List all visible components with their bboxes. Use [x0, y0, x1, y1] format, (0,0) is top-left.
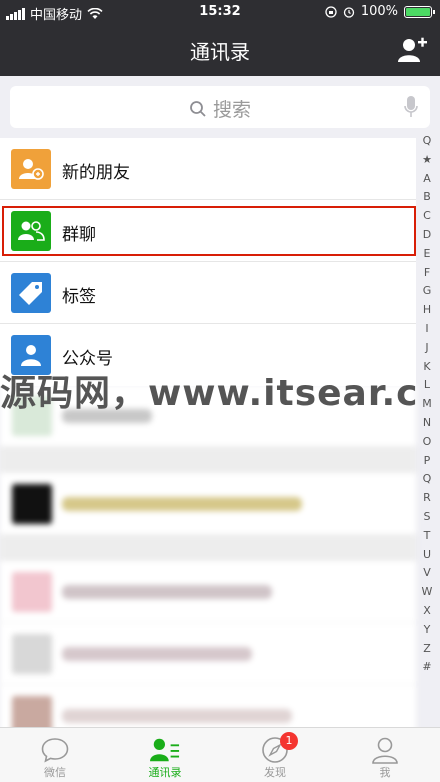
- index-letter[interactable]: L: [424, 376, 430, 395]
- index-letter[interactable]: H: [423, 301, 431, 320]
- index-letter[interactable]: M: [422, 395, 432, 414]
- blurred-contact-list: [0, 385, 416, 747]
- index-letter[interactable]: K: [423, 358, 430, 377]
- index-letter[interactable]: #: [422, 658, 431, 677]
- contacts-icon: [150, 738, 180, 762]
- add-friend-icon[interactable]: [398, 37, 428, 63]
- index-letter[interactable]: E: [424, 245, 431, 264]
- group-chat-label: 群聊: [62, 225, 96, 245]
- index-letter[interactable]: P: [424, 452, 431, 471]
- search-placeholder: 搜索: [212, 99, 251, 121]
- person-icon: [372, 737, 398, 764]
- index-letter[interactable]: R: [423, 489, 431, 508]
- watermark-text: 源码网，www.itsear.c: [0, 373, 419, 414]
- tags-item[interactable]: 标签: [0, 262, 416, 324]
- tab-contacts[interactable]: 通讯录: [110, 728, 220, 782]
- group-chat-item[interactable]: 群聊: [0, 200, 416, 262]
- index-letter[interactable]: B: [423, 188, 431, 207]
- index-letter[interactable]: D: [423, 226, 431, 245]
- search-bar: 搜索: [0, 76, 440, 138]
- index-letter[interactable]: C: [423, 207, 431, 226]
- group-chat-icon: [11, 211, 51, 251]
- index-letter[interactable]: Q: [423, 132, 432, 151]
- tab-contacts-label: 通讯录: [148, 766, 182, 779]
- index-letter[interactable]: Q: [423, 470, 432, 489]
- index-letter[interactable]: S: [424, 508, 431, 527]
- tab-chats[interactable]: 微信: [0, 728, 110, 782]
- tab-me-label: 我: [379, 766, 391, 779]
- mic-icon[interactable]: [404, 96, 418, 118]
- tag-icon: [11, 273, 51, 313]
- index-letter[interactable]: J: [425, 339, 428, 358]
- index-letter[interactable]: Z: [423, 640, 431, 659]
- index-letter[interactable]: F: [424, 264, 430, 283]
- search-icon: [190, 100, 206, 117]
- notification-badge: 1: [280, 732, 298, 750]
- new-friends-label: 新的朋友: [62, 163, 130, 183]
- tags-label: 标签: [62, 287, 96, 307]
- tab-me[interactable]: 我: [330, 728, 440, 782]
- status-bar: 中国移动 15:32 100%: [0, 0, 440, 24]
- nav-bar: 通讯录: [0, 24, 440, 76]
- tab-discover[interactable]: 发现 1: [220, 728, 330, 782]
- index-letter[interactable]: V: [423, 564, 431, 583]
- battery-percent: 100%: [360, 4, 398, 19]
- index-letter[interactable]: W: [422, 583, 433, 602]
- index-letter[interactable]: U: [423, 546, 431, 565]
- search-input[interactable]: 搜索: [10, 86, 430, 128]
- index-letter[interactable]: N: [423, 414, 431, 433]
- new-friends-item[interactable]: 新的朋友: [0, 138, 416, 200]
- index-letter[interactable]: T: [424, 527, 431, 546]
- alarm-icon: [343, 6, 354, 18]
- rotation-lock-icon: [325, 5, 337, 18]
- tab-chats-label: 微信: [44, 766, 66, 779]
- chat-bubble-icon: [41, 738, 69, 763]
- index-letter[interactable]: I: [425, 320, 428, 339]
- contacts-function-list: 新的朋友 群聊 标签 公众号: [0, 138, 416, 386]
- tab-discover-label: 发现: [264, 766, 286, 779]
- new-friend-icon: [11, 149, 51, 189]
- index-letter[interactable]: O: [423, 433, 432, 452]
- index-letter[interactable]: Y: [424, 621, 431, 640]
- index-letter[interactable]: X: [423, 602, 431, 621]
- index-letter[interactable]: ★: [422, 151, 432, 170]
- index-letter[interactable]: G: [423, 282, 432, 301]
- index-letter[interactable]: A: [423, 170, 431, 189]
- alphabet-index[interactable]: Q ★ A B C D E F G H I J K L M N O P Q R S T U V W X Y Z #: [416, 132, 438, 677]
- page-title: 通讯录: [190, 40, 250, 64]
- tab-bar: 微信 通讯录 发现 1 我: [0, 727, 440, 782]
- battery-icon: [404, 5, 435, 18]
